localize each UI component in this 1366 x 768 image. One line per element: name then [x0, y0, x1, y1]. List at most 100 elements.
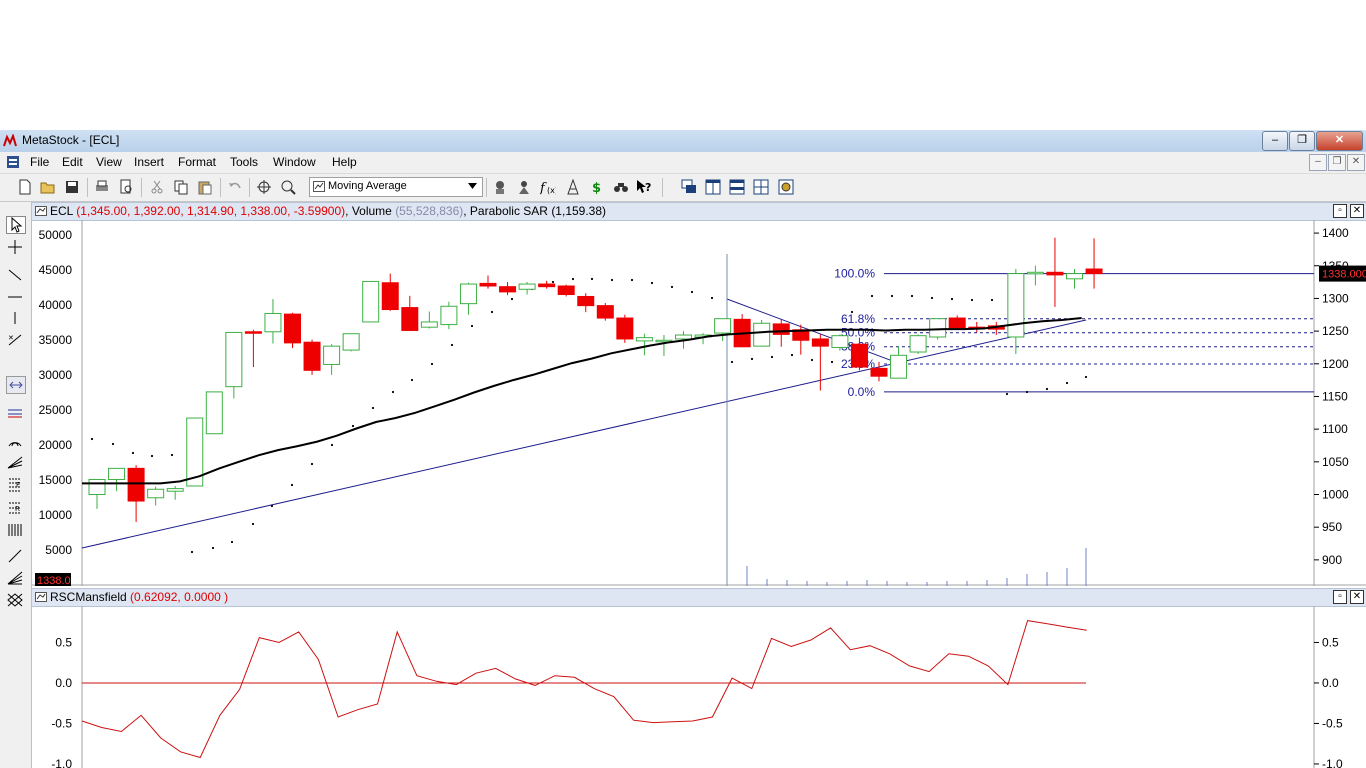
menu-format[interactable]: Format: [178, 155, 216, 169]
zoom-icon[interactable]: [280, 179, 296, 195]
save-icon[interactable]: [64, 179, 80, 195]
menu-help[interactable]: Help: [332, 155, 357, 169]
menu-insert[interactable]: Insert: [134, 155, 164, 169]
formula-icon[interactable]: f(x): [540, 179, 556, 195]
tile-vertical-icon[interactable]: [705, 179, 721, 195]
sar-label: Parabolic SAR: [469, 204, 548, 218]
explorer-icon[interactable]: [516, 179, 532, 195]
menu-window[interactable]: Window: [273, 155, 316, 169]
restore-button[interactable]: ❐: [1289, 131, 1315, 151]
indicator-select[interactable]: Moving Average: [309, 177, 483, 197]
mdi-restore-button[interactable]: ❐: [1328, 154, 1346, 171]
cut-icon[interactable]: [149, 179, 165, 195]
sar-dot: [650, 281, 654, 285]
options-icon[interactable]: [778, 179, 794, 195]
svg-text:R: R: [15, 505, 20, 513]
rs-panel-title-bar[interactable]: RSCMansfield (0.62092, 0.0000 ) ▫ ✕: [32, 588, 1366, 607]
sar-dot: [490, 310, 494, 314]
print-icon[interactable]: [94, 179, 110, 195]
cycle-lines-icon[interactable]: ✕: [6, 332, 24, 348]
left-axis-tick-label: 10000: [39, 508, 73, 522]
candle-body: [323, 345, 341, 365]
document-icon[interactable]: [6, 155, 20, 169]
pointer-icon[interactable]: [6, 216, 26, 234]
crosshair-tool-icon[interactable]: [6, 239, 24, 255]
svg-text:f: f: [540, 181, 547, 195]
volume-value: (55,528,836): [395, 204, 464, 218]
candle-body: [1085, 268, 1103, 275]
candle-body: [303, 341, 321, 371]
fibonacci-time-zones-icon[interactable]: R: [6, 500, 24, 516]
mdi-close-button[interactable]: ✕: [1347, 154, 1365, 171]
crosshair-icon[interactable]: [256, 179, 272, 195]
candle-body: [401, 307, 419, 331]
open-icon[interactable]: [40, 179, 56, 195]
sar-dot: [170, 453, 174, 457]
panel-close-button[interactable]: ✕: [1350, 590, 1364, 604]
sar-dot: [730, 360, 734, 364]
cascade-icon[interactable]: [681, 179, 697, 195]
copy-icon[interactable]: [173, 179, 189, 195]
print-preview-icon[interactable]: [118, 179, 134, 195]
line-tool-icon[interactable]: [6, 548, 24, 564]
panel-maximize-button[interactable]: ▫: [1333, 204, 1347, 218]
menu-edit[interactable]: Edit: [62, 155, 83, 169]
sar-dot: [790, 353, 794, 357]
minimize-button[interactable]: –: [1262, 131, 1288, 151]
candle-body: [1007, 273, 1025, 338]
menu-view[interactable]: View: [96, 155, 122, 169]
candle-body: [459, 283, 477, 305]
window-title-bar[interactable]: MetaStock - [ECL] – ❐ ✕: [0, 130, 1366, 153]
panel-maximize-button[interactable]: ▫: [1333, 590, 1347, 604]
right-axis-tick-label: 1000: [1322, 488, 1349, 502]
svg-text:$: $: [592, 181, 601, 195]
candle-body: [420, 321, 438, 328]
candle-body: [1046, 271, 1064, 276]
sar-dot: [890, 294, 894, 298]
speed-lines-icon[interactable]: [6, 405, 24, 421]
channel-icon[interactable]: [6, 376, 26, 394]
sar-dot: [551, 280, 555, 284]
candle-body: [675, 334, 692, 340]
candle-body: [108, 467, 126, 480]
sar-dot: [270, 504, 274, 508]
find-icon[interactable]: [613, 179, 629, 195]
sar-dot: [430, 362, 434, 366]
price-panel-title-bar[interactable]: ECL (1,345.00, 1,392.00, 1,314.90, 1,338…: [32, 202, 1366, 221]
rs-chart[interactable]: 0.5 0.0 -0.5 -1.0 0.5 0.0 -0.5 -1.0: [32, 606, 1366, 768]
close-button[interactable]: ✕: [1316, 131, 1363, 151]
paste-icon[interactable]: [197, 179, 213, 195]
horizontal-line-icon[interactable]: [6, 289, 24, 305]
left-axis-tick-label: 35000: [39, 333, 73, 347]
panel-close-button[interactable]: ✕: [1350, 204, 1364, 218]
trendline-tool-icon[interactable]: [6, 267, 24, 283]
candle-body: [909, 335, 927, 353]
sar-dot: [1084, 375, 1088, 379]
fibonacci-retracement-icon[interactable]: F: [6, 476, 24, 492]
candle-body: [518, 283, 536, 290]
menu-tools[interactable]: Tools: [230, 155, 258, 169]
menu-file[interactable]: File: [30, 155, 49, 169]
undo-icon[interactable]: [227, 179, 243, 195]
ohlc-values: (1,345.00, 1,392.00, 1,314.90, 1,338.00,…: [76, 204, 346, 218]
fibonacci-fans-icon[interactable]: [6, 454, 24, 470]
sar-dot: [930, 296, 934, 300]
vertical-lines-icon[interactable]: [6, 522, 24, 538]
expert-icon[interactable]: [492, 179, 508, 195]
help-icon[interactable]: ?: [636, 179, 652, 195]
new-icon[interactable]: [17, 179, 33, 195]
dollar-icon[interactable]: $: [589, 179, 605, 195]
fibonacci-arcs-icon[interactable]: [6, 432, 24, 448]
sar-dot: [750, 357, 754, 361]
gann-fan-icon[interactable]: [6, 570, 24, 586]
grid-pattern-icon[interactable]: [6, 592, 24, 608]
tile-horizontal-icon[interactable]: [729, 179, 745, 195]
svg-text:(x): (x): [547, 186, 556, 195]
vertical-line-icon[interactable]: [6, 310, 24, 326]
candle-body: [714, 318, 732, 334]
price-chart[interactable]: 50000 45000 40000 35000 30000 25000 20000 15000…: [32, 220, 1366, 586]
system-tester-icon[interactable]: [565, 179, 581, 195]
rs-left-axis-tick-label: -1.0: [51, 757, 72, 768]
tile-icon[interactable]: [753, 179, 769, 195]
mdi-minimize-button[interactable]: –: [1309, 154, 1327, 171]
